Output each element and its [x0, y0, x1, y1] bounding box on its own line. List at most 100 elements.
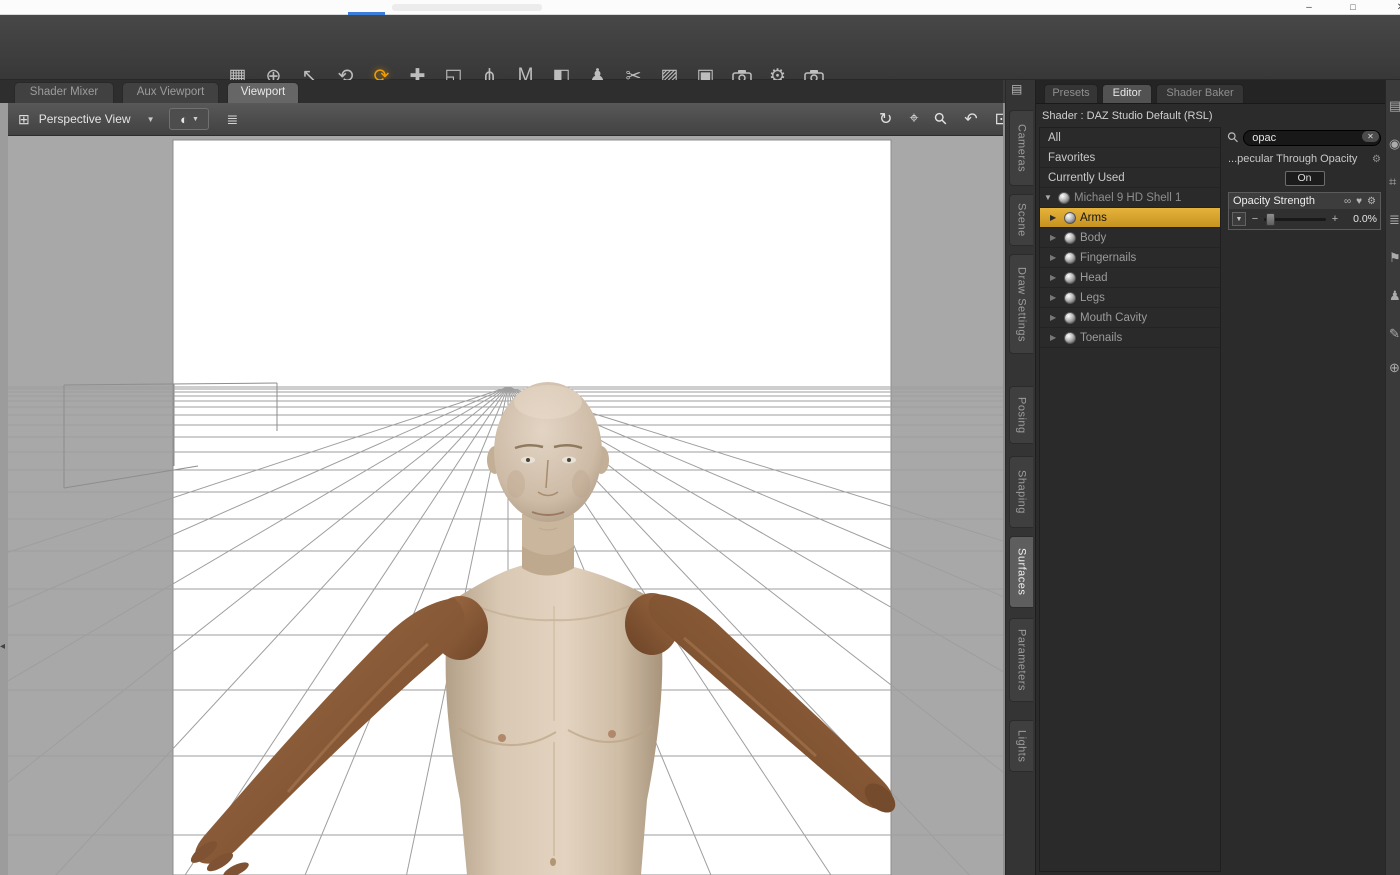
viewport-nav-icons: ↻ ⌖ ⚲ ↶ ⊡	[879, 108, 1003, 130]
slider-minus-button[interactable]: −	[1251, 213, 1259, 225]
surface-sphere-icon	[1064, 251, 1076, 264]
opacity-strength-slider-row: ▼ − + 0.0%	[1229, 209, 1380, 229]
surface-sphere-icon	[1064, 271, 1076, 284]
side-tab-surfaces[interactable]: Surfaces	[1009, 536, 1033, 608]
drawstyle-sphere-icon: ◐	[180, 111, 188, 127]
scene-list-icon[interactable]: ≣	[1389, 212, 1400, 228]
expand-icon[interactable]: ▶	[1050, 313, 1060, 322]
frame-view-icon[interactable]: ⊡	[995, 109, 1003, 129]
gear-icon[interactable]: ⚙	[1367, 196, 1376, 207]
side-tab-draw-settings[interactable]: Draw Settings	[1009, 254, 1033, 354]
on-toggle-button[interactable]: On	[1284, 170, 1325, 186]
reset-view-icon[interactable]: ↶	[964, 109, 977, 129]
side-tab-parameters[interactable]: Parameters	[1009, 618, 1033, 702]
node-sphere-icon	[1058, 191, 1070, 204]
shader-label: Shader : DAZ Studio Default (RSL)	[1042, 110, 1213, 122]
opacity-strength-group: Opacity Strength ∞ ♥ ⚙ ▼ − + 0.0%	[1228, 192, 1381, 230]
search-icon[interactable]: ⚲	[1223, 127, 1242, 146]
collapse-arrow-icon[interactable]: ◂	[0, 641, 5, 652]
property-search-input[interactable]	[1243, 130, 1381, 146]
opacity-slider-track[interactable]	[1264, 212, 1326, 226]
tab-shader-baker[interactable]: Shader Baker	[1156, 84, 1244, 103]
tree-root-michael9[interactable]: ▼ Michael 9 HD Shell 1	[1040, 188, 1220, 208]
surfaces-panel: Presets Editor Shader Baker Shader : DAZ…	[1035, 80, 1385, 875]
surface-sphere-icon	[1064, 311, 1076, 324]
right-edge-strip: ▤ ◉ ⌗ ≣ ⚑ ♟ ✎ ⊕	[1385, 80, 1400, 875]
surface-item-head[interactable]: ▶ Head	[1040, 268, 1220, 288]
orbit-icon[interactable]: ↻	[879, 109, 892, 129]
side-tab-posing[interactable]: Posing	[1009, 386, 1033, 444]
surface-label: Arms	[1080, 211, 1107, 224]
zoom-icon[interactable]: ⚲	[930, 108, 952, 130]
minimize-button[interactable]: –	[1294, 0, 1324, 15]
left-gutter: ◂	[0, 103, 8, 875]
edit-icon[interactable]: ✎	[1389, 326, 1400, 342]
expand-icon[interactable]: ▶	[1050, 233, 1060, 242]
surface-item-arms[interactable]: ▶ Arms	[1040, 208, 1220, 228]
viewport-toolbar: ⊞ Perspective View ▼ ◐ ▼ ≣ ↻ ⌖ ⚲ ↶ ⊡	[8, 103, 1003, 136]
dock-panel-icon[interactable]: ▤	[1011, 82, 1022, 96]
close-button[interactable]: ✕	[1386, 0, 1400, 15]
filter-currently-used[interactable]: Currently Used	[1040, 168, 1220, 188]
pane-tabs-row: Shader Mixer Aux Viewport Viewport	[0, 80, 1003, 103]
view-selector-chevron-icon[interactable]: ▼	[147, 115, 155, 124]
titlebar: – □ ✕	[0, 0, 1400, 15]
properties-column: ⚲ ✕ ...pecular Through Opacity ⚙ On Opac…	[1223, 127, 1381, 230]
timeline-icon[interactable]: ⌗	[1389, 174, 1396, 190]
view-selector-label[interactable]: Perspective View	[39, 112, 131, 126]
side-tab-shaping[interactable]: Shaping	[1009, 456, 1033, 528]
tab-editor[interactable]: Editor	[1102, 84, 1152, 103]
pan-icon[interactable]: ⌖	[909, 110, 918, 128]
surface-sphere-icon	[1064, 231, 1076, 244]
filter-favorites[interactable]: Favorites	[1040, 148, 1220, 168]
filtered-property-label: ...pecular Through Opacity	[1228, 153, 1358, 165]
surfaces-panel-tabs: Presets Editor Shader Baker	[1036, 80, 1385, 104]
opacity-strength-title: Opacity Strength	[1233, 195, 1315, 207]
favorite-icon[interactable]: ♥	[1356, 196, 1362, 207]
search-field-wrap: ✕	[1243, 128, 1381, 146]
opacity-slider-handle[interactable]	[1266, 212, 1275, 226]
surface-item-fingernails[interactable]: ▶ Fingernails	[1040, 248, 1220, 268]
expand-icon[interactable]: ▶	[1050, 293, 1060, 302]
expand-icon[interactable]: ▶	[1050, 333, 1060, 342]
side-tab-cameras[interactable]: Cameras	[1009, 110, 1033, 186]
titlebar-text-placeholder	[392, 4, 542, 11]
expand-icon[interactable]: ▶	[1050, 273, 1060, 282]
slider-plus-button[interactable]: +	[1331, 213, 1339, 225]
tab-presets[interactable]: Presets	[1044, 84, 1098, 103]
expand-icon[interactable]: ▶	[1050, 253, 1060, 262]
surface-label: Body	[1080, 231, 1107, 244]
surface-item-legs[interactable]: ▶ Legs	[1040, 288, 1220, 308]
scene-hierarchy-icon[interactable]: ≣	[226, 111, 238, 128]
tab-shader-mixer[interactable]: Shader Mixer	[14, 82, 114, 103]
filter-all-label: All	[1048, 131, 1061, 144]
figure-icon[interactable]: ♟	[1389, 288, 1400, 304]
collapse-tree-icon[interactable]: ▼	[1044, 193, 1054, 202]
filter-all[interactable]: All	[1040, 128, 1220, 148]
filter-favorites-label: Favorites	[1048, 151, 1096, 164]
drawstyle-button[interactable]: ◐ ▼	[169, 108, 210, 130]
tab-viewport[interactable]: Viewport	[227, 82, 299, 103]
side-tab-lights[interactable]: Lights	[1009, 720, 1033, 772]
surface-item-toenails[interactable]: ▶ Toenails	[1040, 328, 1220, 348]
viewport-layout-icon[interactable]: ⊞	[18, 111, 30, 128]
scene-render	[8, 136, 1003, 875]
slider-dropdown-icon[interactable]: ▼	[1232, 212, 1246, 226]
clear-search-icon[interactable]: ✕	[1362, 130, 1379, 142]
expand-icon[interactable]: ▶	[1050, 213, 1060, 222]
property-gear-icon[interactable]: ⚙	[1372, 154, 1381, 165]
content-pane-icon[interactable]: ▤	[1389, 98, 1400, 114]
surface-item-body[interactable]: ▶ Body	[1040, 228, 1220, 248]
sphere-icon[interactable]: ⊕	[1389, 360, 1400, 376]
tab-aux-viewport[interactable]: Aux Viewport	[122, 82, 219, 103]
on-toggle-row: On	[1228, 168, 1381, 188]
side-tab-scene[interactable]: Scene	[1009, 194, 1033, 246]
link-icon[interactable]: ∞	[1344, 196, 1351, 207]
viewport-3d-canvas[interactable]	[8, 136, 1003, 875]
surface-label: Mouth Cavity	[1080, 311, 1148, 324]
opacity-strength-header: Opacity Strength ∞ ♥ ⚙	[1229, 193, 1380, 209]
render-target-icon[interactable]: ◉	[1389, 136, 1400, 152]
maximize-button[interactable]: □	[1338, 0, 1368, 15]
flag-icon[interactable]: ⚑	[1389, 250, 1400, 266]
surface-item-mouth-cavity[interactable]: ▶ Mouth Cavity	[1040, 308, 1220, 328]
